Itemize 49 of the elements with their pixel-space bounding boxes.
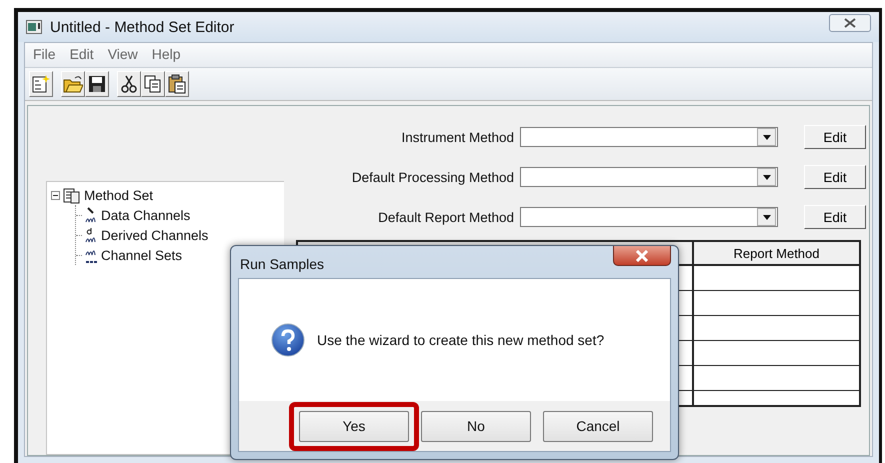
toolbar-button[interactable] xyxy=(141,71,165,97)
dialog-button[interactable]: Yes xyxy=(299,410,409,442)
document-icon xyxy=(63,186,81,204)
dialog-title: Run Samples xyxy=(240,256,324,272)
toolbar-button[interactable] xyxy=(85,71,109,97)
close-button[interactable] xyxy=(613,246,671,266)
collapse-icon[interactable] xyxy=(51,190,60,200)
method-dropdown[interactable] xyxy=(520,207,778,227)
tree-item[interactable]: Derived Channels xyxy=(101,228,208,242)
edit-button[interactable]: Edit xyxy=(804,125,866,149)
toolbar-button[interactable] xyxy=(165,71,189,97)
copy-icon xyxy=(143,74,163,94)
menu-item[interactable]: File xyxy=(33,46,56,64)
edit-button[interactable]: Edit xyxy=(804,205,866,229)
caret-icon xyxy=(762,214,770,220)
menu-item[interactable]: View xyxy=(108,46,138,64)
field-label: Default Processing Method xyxy=(350,170,515,184)
method-dropdown[interactable] xyxy=(520,167,778,187)
paste-icon xyxy=(167,74,187,94)
question-icon xyxy=(271,323,305,357)
dialog-button[interactable]: No xyxy=(421,410,531,442)
tree-item[interactable]: Data Channels xyxy=(101,208,190,222)
menu-item[interactable]: Edit xyxy=(70,46,94,64)
close-button[interactable] xyxy=(829,14,871,32)
window-title: Untitled - Method Set Editor xyxy=(50,18,234,36)
toolbar-button[interactable] xyxy=(29,71,53,97)
save-icon xyxy=(87,74,107,94)
caret-icon xyxy=(762,174,770,180)
toolbar-button[interactable] xyxy=(61,71,85,97)
menu-item[interactable]: Help xyxy=(152,46,181,64)
new-document-icon xyxy=(31,74,51,94)
dialog-button[interactable]: Cancel xyxy=(543,410,653,442)
edit-button[interactable]: Edit xyxy=(804,165,866,189)
close-icon xyxy=(635,250,649,262)
scissors-icon xyxy=(119,74,139,94)
toolbar-button[interactable] xyxy=(117,71,141,97)
close-icon xyxy=(844,18,856,28)
method-dropdown[interactable] xyxy=(520,127,778,147)
field-label: Default Report Method xyxy=(377,210,515,224)
tree-item[interactable]: Method Set xyxy=(84,188,154,202)
peaks-icon xyxy=(85,206,98,224)
field-label: Instrument Method xyxy=(400,130,515,144)
app-icon xyxy=(26,20,42,34)
caret-icon xyxy=(762,134,770,140)
peaks-icon xyxy=(85,226,98,244)
column-header: Report Method xyxy=(692,242,859,266)
dialog-message: Use the wizard to create this new method set? xyxy=(317,332,604,348)
tree-item[interactable]: Channel Sets xyxy=(101,248,182,262)
open-folder-icon xyxy=(63,74,83,94)
